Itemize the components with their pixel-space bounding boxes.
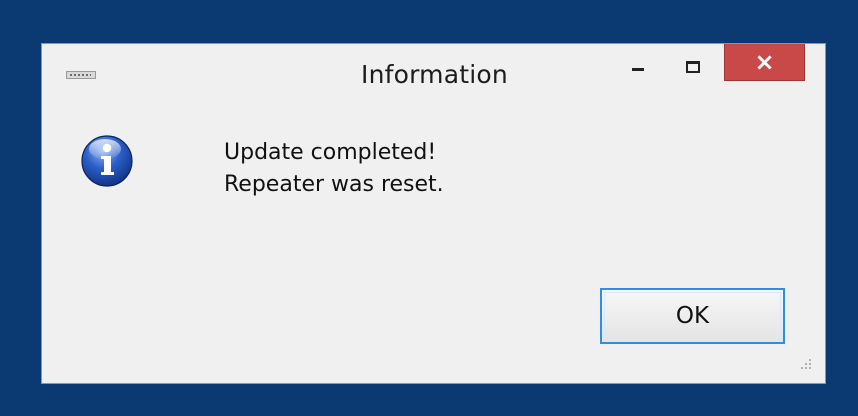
resize-grip-icon[interactable] xyxy=(799,357,813,371)
dialog-title: Information xyxy=(361,60,508,89)
title-bar[interactable]: Information × xyxy=(42,44,825,110)
message-text: Update completed! Repeater was reset. xyxy=(224,137,444,201)
message-line-1: Update completed! xyxy=(224,140,437,165)
dialog-content: Update completed! Repeater was reset. OK xyxy=(42,110,825,385)
desktop-background: Information × Update completed! Repeater… xyxy=(0,0,858,416)
information-dialog: Information × Update completed! Repeater… xyxy=(41,43,826,384)
close-button[interactable]: × xyxy=(724,44,805,81)
maximize-icon xyxy=(686,61,700,73)
minimize-button[interactable] xyxy=(616,44,658,81)
ok-button[interactable]: OK xyxy=(600,288,785,344)
minimize-icon xyxy=(632,68,644,71)
message-line-2: Repeater was reset. xyxy=(224,172,444,197)
ok-button-label: OK xyxy=(675,303,710,329)
close-icon: × xyxy=(754,48,775,76)
maximize-button[interactable] xyxy=(662,44,702,81)
info-icon xyxy=(81,135,133,187)
